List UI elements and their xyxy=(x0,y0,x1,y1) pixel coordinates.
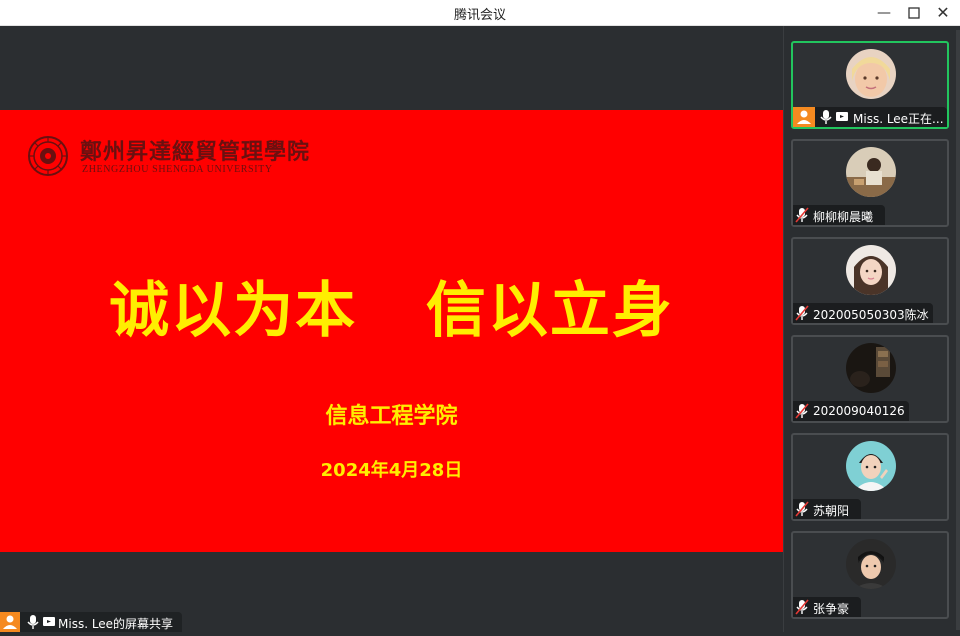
participant-namebar: 202005050303陈冰 xyxy=(793,303,933,323)
participant-tile[interactable]: 202005050303陈冰 xyxy=(791,237,949,325)
user-role-icon xyxy=(0,612,20,632)
participant-namebar: 苏朝阳 xyxy=(793,499,861,519)
gallery-scrollbar[interactable] xyxy=(956,30,960,630)
participant-name: 张争豪 xyxy=(813,602,850,616)
participant-tile[interactable]: 202009040126 xyxy=(791,335,949,423)
mic-muted-icon xyxy=(795,207,809,223)
participant-namebar: 202009040126 xyxy=(793,401,909,421)
participant-name: Miss. Lee正在... xyxy=(853,112,944,126)
mic-muted-icon xyxy=(795,599,809,615)
participant-tile[interactable]: 柳柳柳晨曦 xyxy=(791,139,949,227)
participant-name: 柳柳柳晨曦 xyxy=(813,210,874,224)
participant-namebar: Miss. Lee正在... xyxy=(793,107,947,127)
slide-date: 2024年4月28日 xyxy=(320,460,463,481)
mic-muted-icon xyxy=(795,403,809,419)
screen-share-label: Miss. Lee的屏幕共享 xyxy=(0,612,182,632)
avatar xyxy=(846,147,896,197)
avatar xyxy=(846,343,896,393)
avatar xyxy=(846,539,896,589)
university-logo: 鄭州昇達經貿管理學院 ZHENGZHOU SHENGDA UNIVERSITY xyxy=(28,134,309,178)
participant-name: 202005050303陈冰 xyxy=(813,308,929,322)
maximize-icon xyxy=(908,7,920,19)
participant-name: 苏朝阳 xyxy=(813,504,850,518)
participant-tile[interactable]: Miss. Lee正在... xyxy=(791,41,949,129)
close-button[interactable]: ✕ xyxy=(933,3,953,23)
mic-icon xyxy=(820,110,832,124)
participant-tile[interactable]: 苏朝阳 xyxy=(791,433,949,521)
participant-namebar: 张争豪 xyxy=(793,597,861,617)
mic-muted-icon xyxy=(795,501,809,517)
participant-namebar: 柳柳柳晨曦 xyxy=(793,205,885,225)
presentation-slide: 鄭州昇達經貿管理學院 ZHENGZHOU SHENGDA UNIVERSITY … xyxy=(0,110,783,552)
shared-screen-stage[interactable]: 鄭州昇達經貿管理學院 ZHENGZHOU SHENGDA UNIVERSITY … xyxy=(0,26,783,632)
university-seal-icon xyxy=(28,136,68,176)
avatar xyxy=(846,49,896,99)
window-title: 腾讯会议 xyxy=(453,8,506,23)
maximize-button[interactable] xyxy=(904,3,924,23)
minimize-button[interactable]: — xyxy=(874,3,894,23)
host-badge-icon xyxy=(793,107,815,127)
slide-department: 信息工程学院 xyxy=(325,404,458,429)
window-titlebar: 腾讯会议 — ✕ xyxy=(0,0,960,26)
participant-name: 202009040126 xyxy=(813,404,905,418)
slide-slogan: 诚以为本 信以立身 xyxy=(109,276,674,346)
screen-share-icon xyxy=(43,617,55,626)
screen-share-icon xyxy=(836,112,848,121)
avatar xyxy=(846,441,896,491)
university-name-cn: 鄭州昇達經貿管理學院 xyxy=(80,139,311,165)
mic-icon xyxy=(27,615,39,629)
mic-muted-icon xyxy=(795,305,809,321)
participant-tile[interactable]: 张争豪 xyxy=(791,531,949,619)
avatar xyxy=(846,245,896,295)
screen-share-text: Miss. Lee的屏幕共享 xyxy=(58,617,174,631)
university-name-en: ZHENGZHOU SHENGDA UNIVERSITY xyxy=(82,164,273,175)
